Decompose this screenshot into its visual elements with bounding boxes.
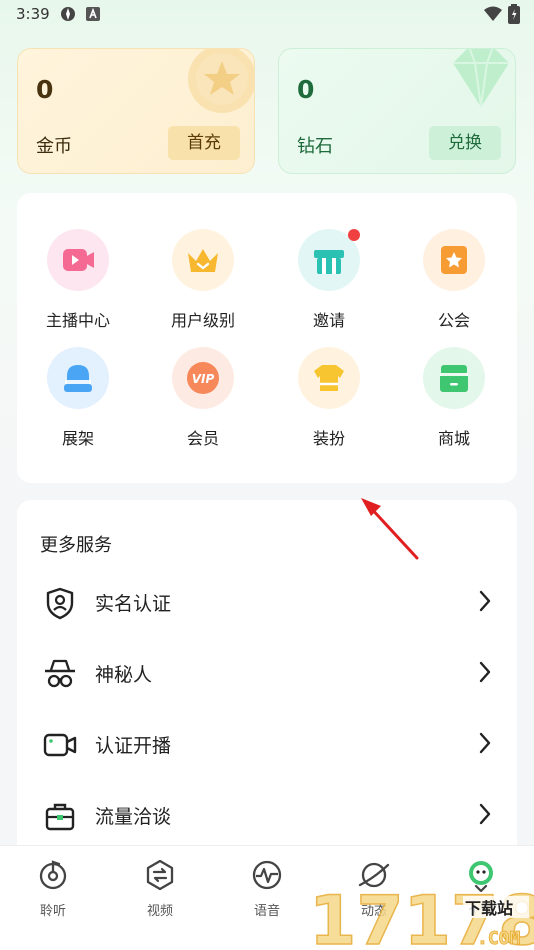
nav-tab-video[interactable]: 视频 [120,858,200,919]
watermark-logo: 17178 下载站 .COM [305,862,534,950]
chevron-right-icon [479,661,491,687]
grid-item-label: 装扮 [312,429,345,448]
coin-card[interactable]: 0 金币 首充 [17,48,255,174]
video-swap-icon [143,858,177,892]
nav-label: 视频 [146,904,173,919]
annotation-arrow-icon [355,490,425,569]
nav-label: 聆听 [39,904,66,919]
coin-label: 金币 [36,136,72,157]
nav-tab-listen[interactable]: 聆听 [13,858,93,919]
shelf-icon [47,347,109,409]
grid-item-label: 主播中心 [45,311,110,330]
nav-label: 语音 [253,904,280,919]
status-bar: 3:39 [0,0,534,30]
service-label: 神秘人 [95,664,153,686]
wifi-icon [484,6,502,26]
gift-icon [298,229,360,291]
diamond-card[interactable]: 0 钻石 兑换 [278,48,516,174]
chevron-right-icon [479,803,491,829]
section-title: 更多服务 [40,535,112,556]
store-icon [423,347,485,409]
vip-icon: VIP [172,347,234,409]
first-recharge-button[interactable]: 首充 [168,126,240,160]
service-mystery-person[interactable]: 神秘人 [17,645,517,701]
service-label: 实名认证 [95,593,172,615]
service-verified-broadcast[interactable]: 认证开播 [17,716,517,772]
diamond-balance: 0 [297,75,315,104]
grid-item-invite[interactable]: 邀请 [269,229,389,331]
crown-icon [172,229,234,291]
listen-icon [36,858,70,892]
grid-item-store[interactable]: 商城 [394,347,514,449]
coin-balance: 0 [36,75,54,104]
coin-icon [182,49,254,127]
status-time: 3:39 [16,5,50,23]
service-label: 流量洽谈 [95,806,172,828]
svg-text:.COM: .COM [477,928,521,949]
svg-text:VIP: VIP [192,372,215,386]
diamond-label: 钻石 [297,136,333,157]
grid-item-guild[interactable]: 公会 [394,229,514,331]
shield-user-icon [43,586,77,620]
briefcase-icon [43,799,77,833]
camera-icon [47,229,109,291]
grid-item-anchor-center[interactable]: 主播中心 [18,229,138,331]
video-camera-icon [43,728,77,762]
incognito-icon [43,657,77,691]
notification-dot [348,229,360,241]
exchange-button[interactable]: 兑换 [429,126,501,160]
chevron-right-icon [479,590,491,616]
grid-item-vip[interactable]: VIP 会员 [143,347,263,449]
grid-item-label: 用户级别 [170,311,235,330]
voice-wave-icon [250,858,284,892]
grid-item-shelf[interactable]: 展架 [18,347,138,449]
grid-item-label: 邀请 [312,311,345,330]
grid-item-dressup[interactable]: 装扮 [269,347,389,449]
grid-item-label: 公会 [437,311,470,330]
grid-item-label: 商城 [437,429,470,448]
star-badge-icon [423,229,485,291]
svg-text:下载站: 下载站 [465,899,513,918]
more-services-panel: 更多服务 实名认证 神秘人 认证开播 流量洽谈 [17,500,517,860]
service-label: 认证开播 [95,735,172,757]
tshirt-icon [298,347,360,409]
grid-item-user-level[interactable]: 用户级别 [143,229,263,331]
diamond-icon [441,49,515,119]
chevron-right-icon [479,732,491,758]
grid-item-label: 会员 [186,429,219,448]
sync-icon [60,6,76,26]
nav-tab-voice[interactable]: 语音 [227,858,307,919]
battery-icon [508,4,520,28]
grid-item-label: 展架 [61,429,94,448]
app-notification-icon [86,6,100,25]
service-traffic-negotiation[interactable]: 流量洽谈 [17,787,517,843]
service-real-name-auth[interactable]: 实名认证 [17,574,517,630]
feature-grid: 主播中心 用户级别 邀请 公会 展架 VIP 会员 装扮 商城 [17,193,517,483]
